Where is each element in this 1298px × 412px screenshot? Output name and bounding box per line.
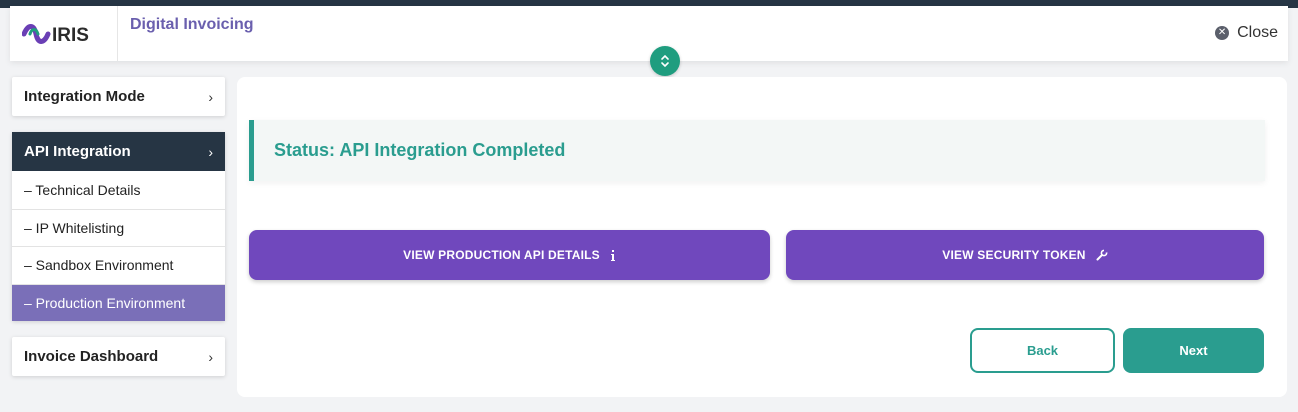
- app-title: Digital Invoicing: [130, 16, 254, 33]
- button-label: VIEW PRODUCTION API DETAILS: [403, 248, 600, 262]
- status-text: Status: API Integration Completed: [274, 140, 566, 160]
- view-security-token-button[interactable]: VIEW SECURITY TOKEN: [786, 230, 1264, 280]
- close-label: Close: [1237, 24, 1278, 41]
- wrench-icon: [1096, 249, 1108, 261]
- expand-collapse-icon: [661, 54, 669, 68]
- sidebar-item-sandbox-environment[interactable]: – Sandbox Environment: [12, 246, 225, 284]
- chevron-right-icon: ›: [208, 348, 213, 365]
- sidebar-section-label: Invoice Dashboard: [24, 348, 159, 365]
- view-production-api-details-button[interactable]: VIEW PRODUCTION API DETAILS: [249, 230, 770, 280]
- header-divider: [117, 6, 118, 61]
- sidebar-subitems: – Technical Details – IP Whitelisting – …: [12, 171, 225, 321]
- sidebar: Integration Mode › API Integration › – T…: [12, 77, 225, 376]
- chevron-right-icon: ›: [208, 143, 213, 160]
- sidebar-item-technical-details[interactable]: – Technical Details: [12, 171, 225, 209]
- sidebar-section-invoice-dashboard[interactable]: Invoice Dashboard ›: [12, 337, 225, 376]
- back-button[interactable]: Back: [970, 328, 1115, 373]
- sidebar-section-api-integration: API Integration › – Technical Details – …: [12, 132, 225, 321]
- sidebar-section-label: API Integration: [24, 143, 131, 160]
- sidebar-item-ip-whitelisting[interactable]: – IP Whitelisting: [12, 208, 225, 247]
- close-button[interactable]: ✕ Close: [1215, 24, 1278, 42]
- sidebar-section-integration-mode[interactable]: Integration Mode ›: [12, 77, 225, 116]
- chevron-right-icon: ›: [208, 88, 213, 105]
- next-button[interactable]: Next: [1123, 328, 1264, 373]
- sidebar-item-production-environment[interactable]: – Production Environment: [12, 283, 225, 321]
- button-label: VIEW SECURITY TOKEN: [942, 248, 1086, 262]
- close-circle-icon: ✕: [1215, 26, 1230, 40]
- main-panel: Status: API Integration Completed VIEW P…: [237, 77, 1287, 397]
- sidebar-section-label: Integration Mode: [24, 88, 145, 105]
- info-icon: [610, 249, 615, 261]
- sidebar-section-header-api[interactable]: API Integration ›: [12, 132, 225, 171]
- iris-logo: IRIS: [22, 20, 117, 48]
- app-header: IRIS Digital Invoicing ✕ Close: [10, 6, 1288, 61]
- expand-toggle-button[interactable]: [650, 46, 680, 76]
- logo-text: IRIS: [52, 25, 89, 46]
- status-banner: Status: API Integration Completed: [249, 120, 1265, 181]
